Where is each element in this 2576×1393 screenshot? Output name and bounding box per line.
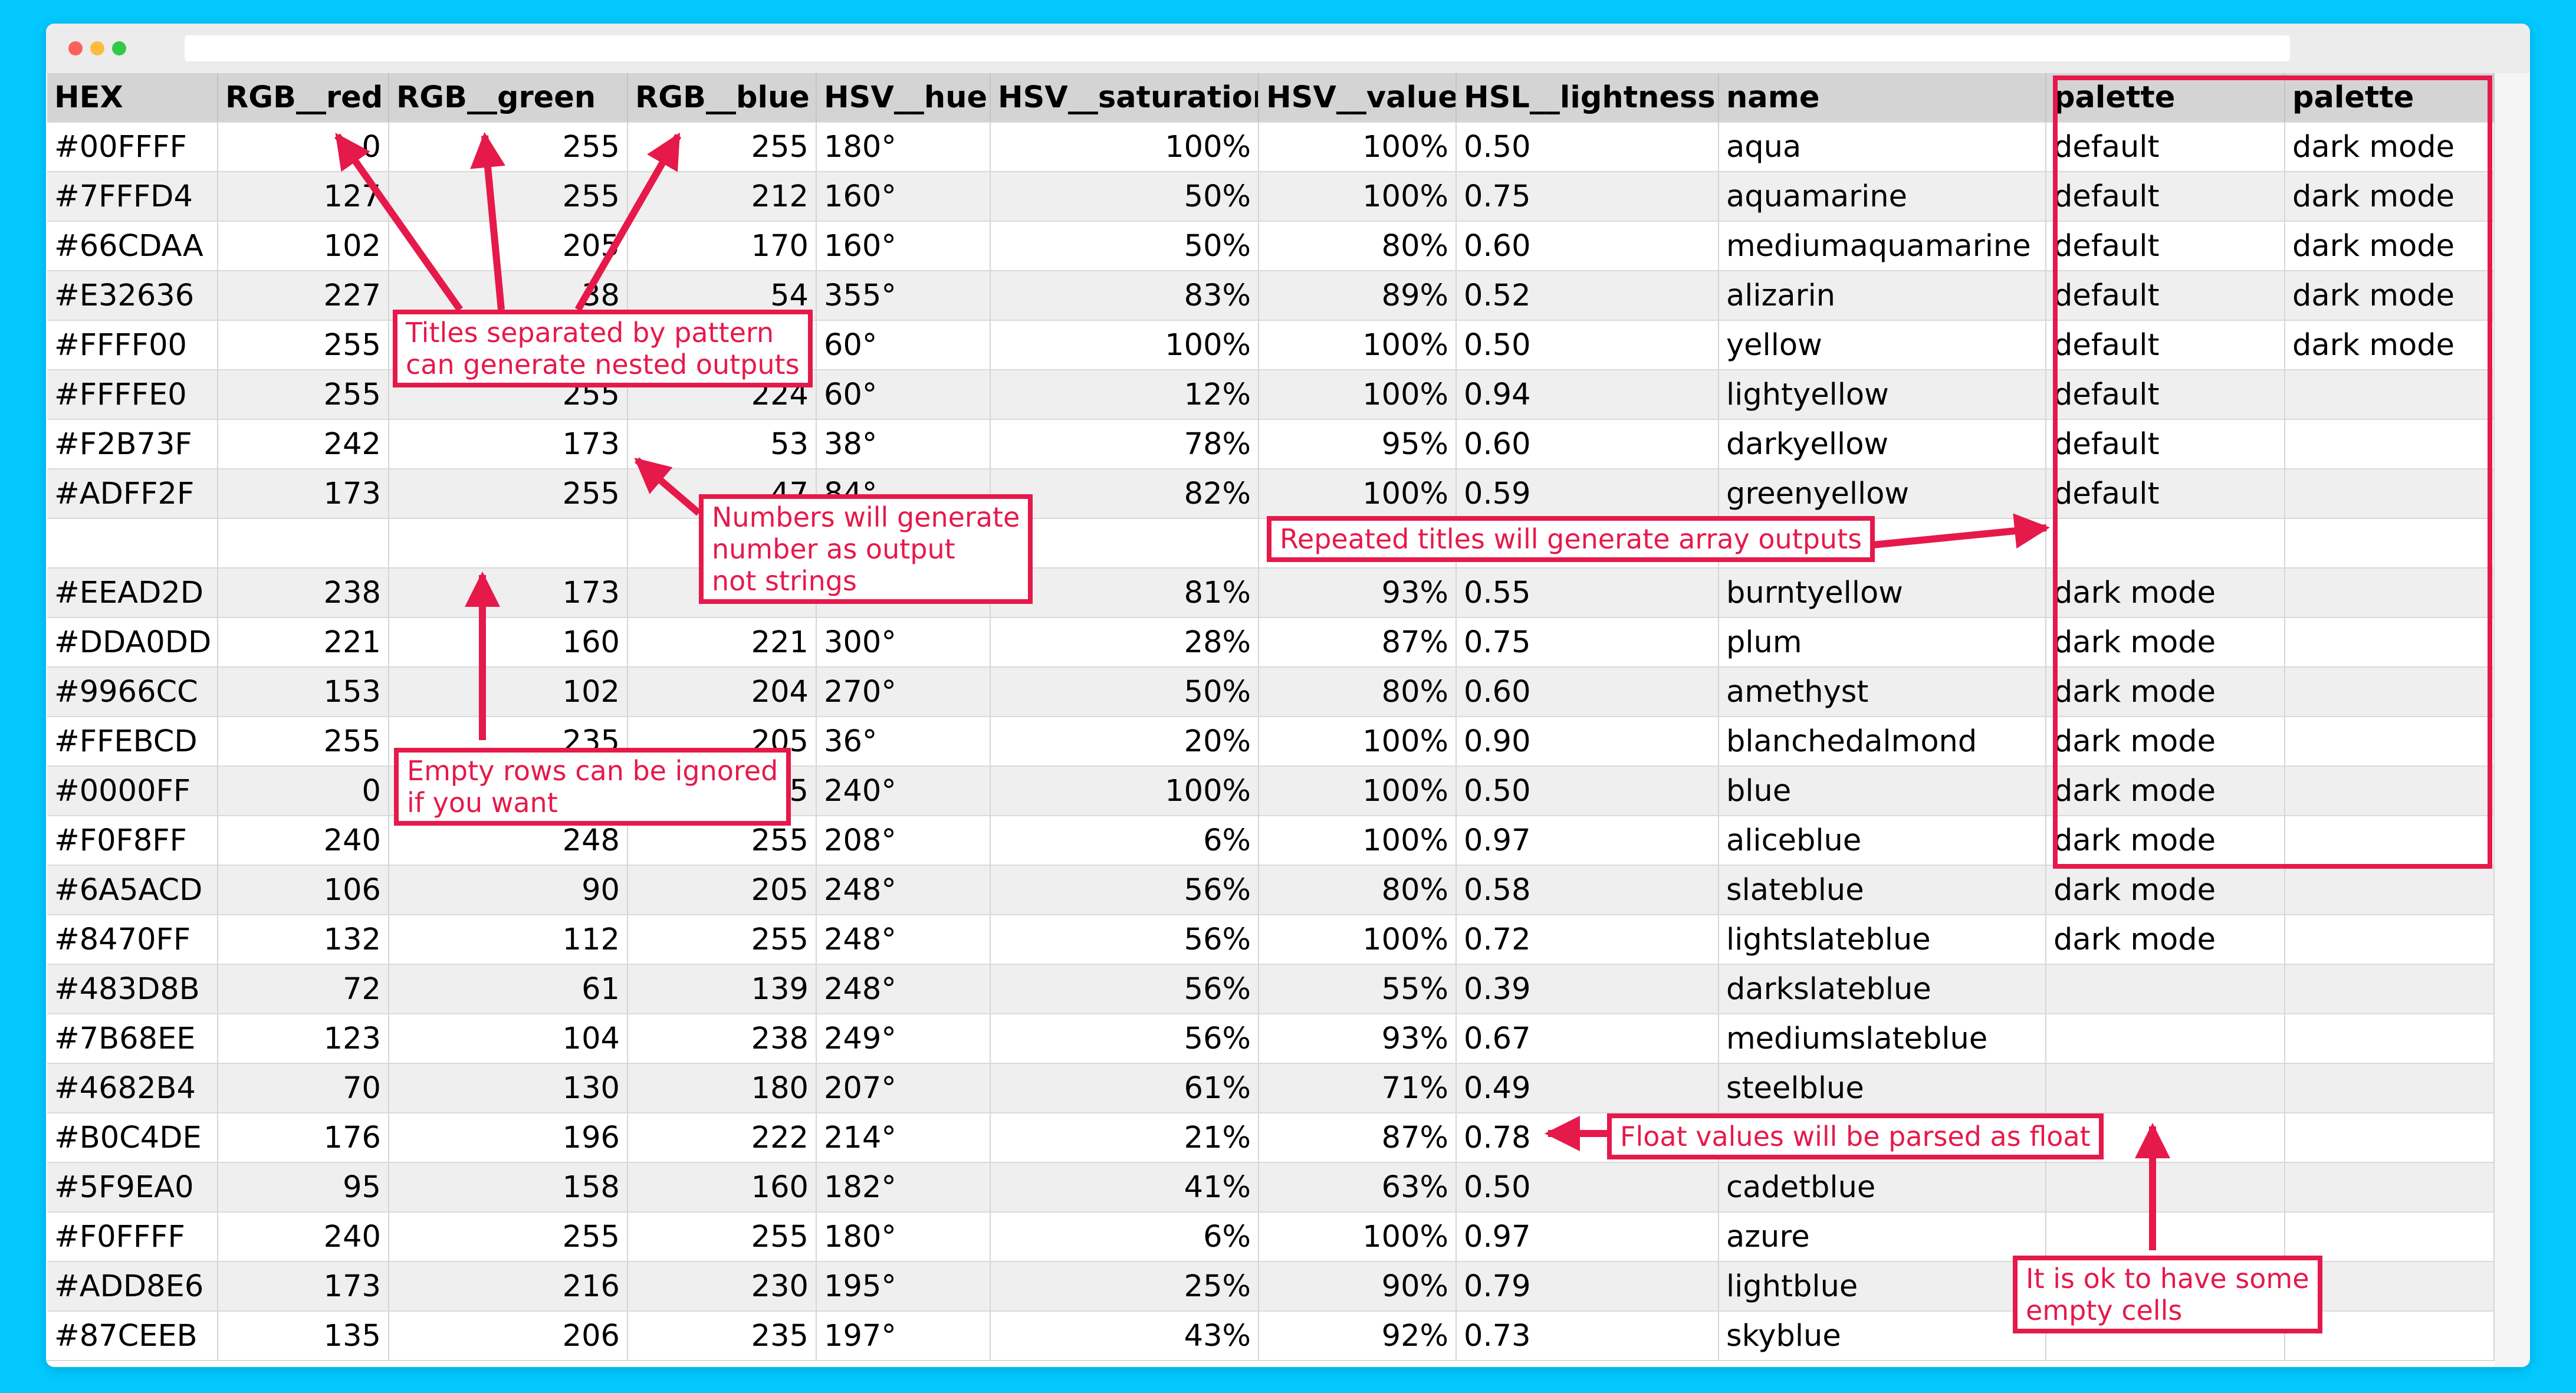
callout-empty-rows: Empty rows can be ignored if you want (394, 748, 791, 826)
callout-nested-outputs: Titles separated by pattern can generate… (393, 310, 813, 387)
callout-number-line-1: Numbers will generate (712, 501, 1020, 533)
arrow-to-rgb-green (470, 132, 505, 310)
callout-array-outputs: Repeated titles will generate array outp… (1267, 516, 1875, 562)
callout-float-line-1: Float values will be parsed as float (1620, 1121, 2091, 1152)
arrow-to-rgb-red (334, 133, 463, 312)
callout-empty-cells-line-1: It is ok to have some (2026, 1263, 2309, 1295)
arrow-to-rgb-blue (574, 132, 682, 311)
callout-number-line-3: not strings (712, 565, 857, 597)
callout-number-line-2: number as output (712, 533, 955, 565)
callout-array-line-1: Repeated titles will generate array outp… (1280, 523, 1862, 555)
arrow-to-palette-column (1866, 513, 2050, 549)
callout-nested-line-2: can generate nested outputs (406, 349, 800, 380)
callout-empty-rows-line-1: Empty rows can be ignored (407, 755, 778, 787)
callout-number-output: Numbers will generate number as output n… (699, 494, 1033, 604)
callout-empty-cells: It is ok to have some empty cells (2013, 1256, 2322, 1333)
callout-empty-cells-line-2: empty cells (2026, 1295, 2183, 1326)
arrow-to-number-cell (634, 457, 701, 516)
annotation-arrows (334, 132, 2170, 1250)
callout-empty-rows-line-2: if you want (407, 787, 558, 819)
callout-nested-line-1: Titles separated by pattern (406, 317, 774, 349)
callout-float-values: Float values will be parsed as float (1607, 1113, 2104, 1159)
